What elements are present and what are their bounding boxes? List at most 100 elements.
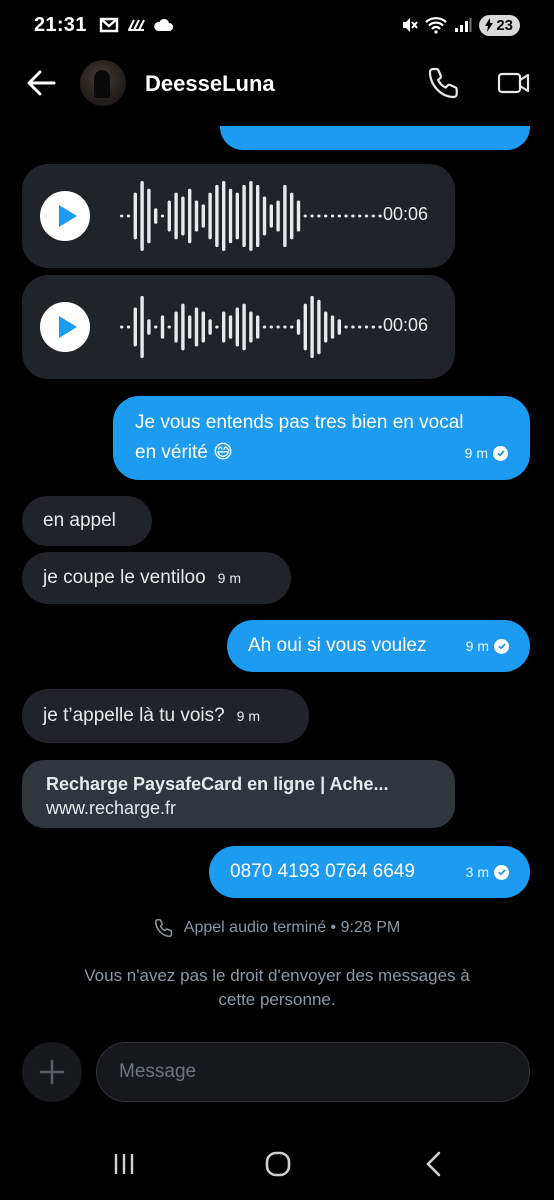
waveform <box>120 181 382 251</box>
waveform-bar <box>317 214 321 218</box>
waveform-bar <box>324 214 328 218</box>
waveform-bar <box>303 214 307 218</box>
voice-duration: 00:06 <box>383 315 429 335</box>
waveform-bar <box>310 214 314 218</box>
waveform-bar <box>371 214 375 218</box>
waveform-bar <box>269 204 273 228</box>
waveform-bar <box>371 325 375 329</box>
battery-indicator: 23 <box>479 14 520 36</box>
conversation-header: DeesseLuna <box>0 52 554 116</box>
waveform-bar <box>235 192 239 240</box>
waveform-bar <box>242 184 246 248</box>
waveform-bar <box>290 325 294 329</box>
avatar[interactable] <box>80 60 126 106</box>
waveform-bar <box>133 192 137 240</box>
waveform-bar <box>364 325 369 329</box>
waveform-bar <box>317 299 321 355</box>
back-nav-button[interactable] <box>414 1148 454 1180</box>
status-bar: 21:31 23 <box>0 0 554 50</box>
waveform-bar <box>208 192 212 240</box>
waveform-bar <box>154 325 158 329</box>
waveform-bar <box>290 192 294 240</box>
signal-icon <box>455 18 472 32</box>
waveform-bar <box>188 315 192 339</box>
waveform-bar <box>337 214 341 218</box>
cloud-icon <box>153 18 173 31</box>
waveform <box>120 295 382 359</box>
voice-message[interactable]: 00:06 <box>22 275 455 379</box>
add-attachment-button[interactable] <box>22 1042 82 1102</box>
waveform-bar <box>147 319 151 335</box>
message-text: en appel <box>43 510 116 531</box>
home-button[interactable] <box>258 1148 298 1180</box>
message-bubble-incoming[interactable]: je t’appelle là tu vois? 9 m <box>22 689 309 743</box>
waveform-bar <box>167 325 171 329</box>
stripes-icon <box>127 19 145 31</box>
play-button[interactable] <box>40 191 90 241</box>
waveform-bar <box>256 315 260 339</box>
mute-icon <box>403 18 419 32</box>
waveform-bar <box>194 200 199 232</box>
waveform-bar <box>364 214 369 218</box>
waveform-bar <box>262 325 267 329</box>
waveform-bar <box>330 315 335 339</box>
back-button[interactable] <box>24 66 58 100</box>
waveform-bar <box>222 181 226 251</box>
message-text: je t’appelle là tu vois? <box>43 705 225 726</box>
call-ended-text: Appel audio terminé • 9:28 PM <box>183 919 401 936</box>
link-preview-card[interactable]: Recharge PaysafeCard en ligne | Ache... … <box>22 760 455 828</box>
waveform-bar <box>324 311 328 343</box>
waveform-bar <box>120 214 124 218</box>
waveform-bar <box>215 325 219 329</box>
status-time: 21:31 <box>34 13 87 36</box>
waveform-bar <box>303 303 307 351</box>
chevron-left-icon <box>426 1151 441 1177</box>
waveform-bar <box>296 319 301 335</box>
audio-call-button[interactable] <box>427 66 461 100</box>
arrow-left-icon <box>27 70 56 96</box>
waveform-bar <box>160 315 165 339</box>
battery-level: 23 <box>496 16 513 34</box>
message-input[interactable] <box>96 1042 530 1102</box>
message-text: 0870 4193 0764 6649 <box>230 861 415 882</box>
waveform-bar <box>283 325 287 329</box>
charging-icon <box>485 18 494 32</box>
waveform-bar <box>154 208 158 224</box>
recents-button[interactable] <box>104 1148 144 1180</box>
voice-message[interactable]: 00:06 <box>22 164 455 268</box>
call-ended-event: Appel audio terminé • 9:28 PM <box>0 918 554 938</box>
waveform-bar <box>330 214 335 218</box>
waveform-bar <box>337 319 341 335</box>
message-time: 9 m <box>465 638 489 654</box>
waveform-bar <box>358 325 362 329</box>
waveform-bar <box>133 307 137 347</box>
waveform-bar <box>194 307 199 347</box>
message-bubble-outgoing[interactable]: 0870 4193 0764 6649 3 m <box>209 846 530 898</box>
message-bubble-outgoing[interactable]: Ah oui si vous voulez 9 m <box>227 620 530 672</box>
waveform-bar <box>147 188 151 244</box>
video-camera-icon <box>497 72 530 94</box>
waveform-bar <box>120 325 124 329</box>
message-text: je coupe le ventiloo <box>43 567 206 588</box>
phone-icon <box>154 919 173 937</box>
waveform-bar <box>228 315 233 339</box>
message-bubble-incoming[interactable]: je coupe le ventiloo 9 m <box>22 552 291 604</box>
waveform-bar <box>351 214 355 218</box>
play-button[interactable] <box>40 302 90 352</box>
waveform-bar <box>126 325 131 329</box>
message-time: 9 m <box>217 570 242 586</box>
waveform-bar <box>276 200 280 232</box>
message-bubble-incoming[interactable]: en appel <box>22 496 152 546</box>
message-text-line: Je vous entends pas tres bien en vocal <box>135 412 464 433</box>
message-time: 9 m <box>236 708 261 724</box>
message-bubble-outgoing[interactable]: Je vous entends pas tres bien en vocal e… <box>113 396 530 480</box>
gmail-icon <box>99 17 118 33</box>
contact-name[interactable]: DeesseLuna <box>145 71 275 97</box>
message-time: 9 m <box>464 445 488 461</box>
waveform-bar <box>174 311 178 343</box>
waveform-bar <box>140 295 144 359</box>
video-call-button[interactable] <box>496 66 532 100</box>
waveform-bar <box>201 204 205 228</box>
waveform-bar <box>358 214 362 218</box>
waveform-bar <box>249 311 253 343</box>
